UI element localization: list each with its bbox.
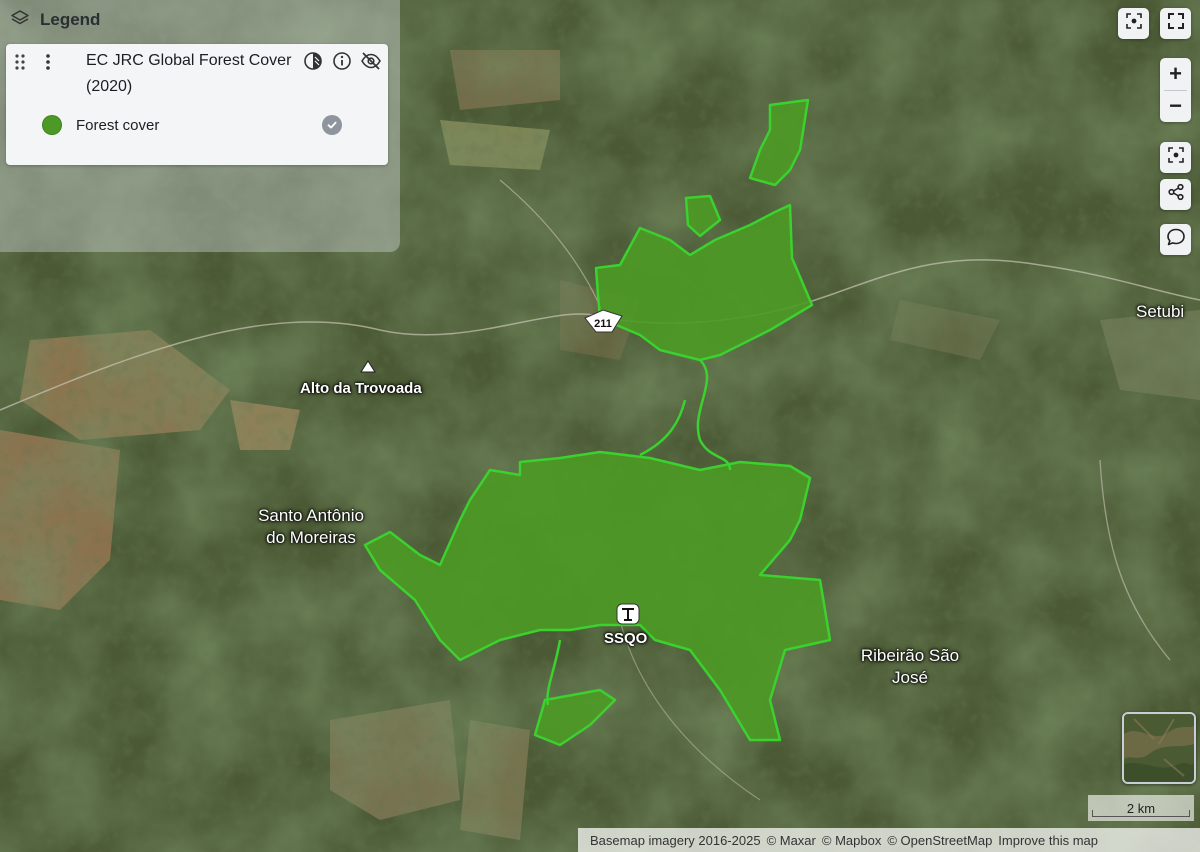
info-icon[interactable] [331, 50, 353, 72]
locate-icon [1125, 12, 1143, 35]
fullscreen-button[interactable] [1160, 8, 1191, 39]
locate-button[interactable] [1118, 8, 1149, 39]
zoom-in-button[interactable]: + [1160, 58, 1191, 90]
zoom-controls: + − [1160, 58, 1191, 122]
route-number: 211 [594, 318, 612, 330]
layer-card: EC JRC Global Forest Cover (2020) Forest… [6, 44, 388, 165]
attribution-osm-link[interactable]: © OpenStreetMap [887, 833, 992, 848]
forest-cover-swatch [42, 115, 62, 135]
drag-handle-icon[interactable] [14, 53, 26, 76]
place-label-setubi: Setubi [1136, 302, 1185, 321]
legend-panel: Legend EC JRC Global Forest Cover (2020)… [0, 0, 400, 252]
attribution-maxar-link[interactable]: © Maxar [767, 833, 816, 848]
layers-icon [10, 8, 30, 33]
legend-title: Legend [40, 10, 101, 29]
scale-line [1092, 810, 1190, 817]
comment-button[interactable] [1160, 224, 1191, 255]
scale-bar: 2 km [1088, 795, 1194, 821]
legend-header[interactable]: Legend [10, 8, 100, 32]
basemap-thumbnail [1124, 714, 1194, 782]
legend-item-label: Forest cover [76, 116, 160, 134]
opacity-icon[interactable] [302, 50, 324, 72]
kebab-menu-icon[interactable] [44, 53, 52, 76]
attribution-bar: Basemap imagery 2016-2025 © Maxar © Mapb… [578, 828, 1200, 852]
comment-icon [1166, 227, 1186, 252]
basemap-switcher[interactable] [1122, 712, 1196, 784]
recenter-button[interactable] [1160, 142, 1191, 173]
place-label-alto-da-trovoada: Alto da Trovoada [300, 380, 422, 397]
share-button[interactable] [1160, 179, 1191, 210]
airport-label: SSQO [604, 630, 648, 647]
place-label-ribeirao-sao-jose: Ribeirão São José [860, 646, 960, 687]
airport-icon[interactable] [616, 603, 640, 625]
legend-item-forest-cover: Forest cover [42, 115, 159, 135]
fullscreen-icon [1167, 12, 1185, 35]
attribution-mapbox-link[interactable]: © Mapbox [822, 833, 881, 848]
attribution-basemap: Basemap imagery 2016-2025 [590, 832, 761, 848]
place-label-santo-antonio: Santo Antônio do Moreiras [258, 506, 364, 547]
eye-off-icon[interactable] [360, 50, 382, 72]
zoom-out-button[interactable]: − [1160, 90, 1191, 122]
share-icon [1167, 183, 1185, 206]
recenter-icon [1167, 146, 1185, 169]
layer-name: EC JRC Global Forest Cover (2020) [86, 52, 292, 95]
improve-map-link[interactable]: Improve this map [998, 833, 1098, 848]
check-circle-icon[interactable] [322, 115, 342, 135]
